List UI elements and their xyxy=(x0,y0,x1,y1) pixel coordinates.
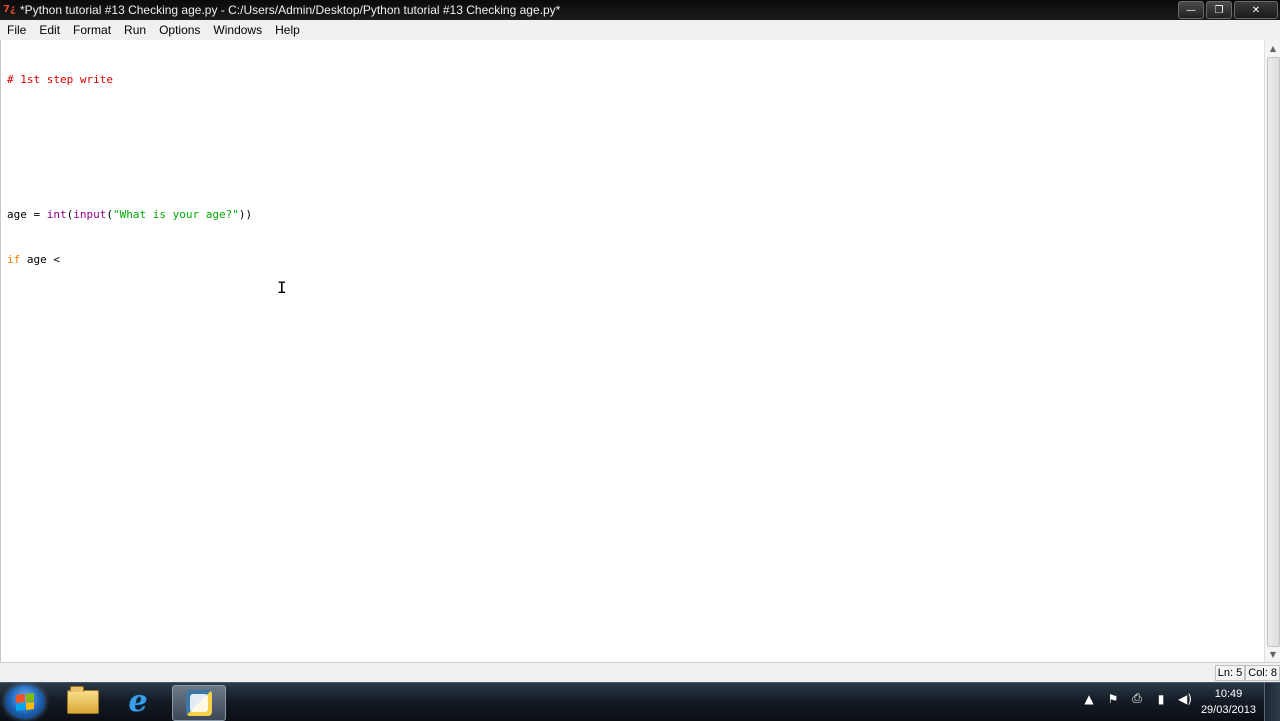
show-hidden-icons-icon[interactable]: ▲ xyxy=(1082,692,1096,706)
window-controls: — ❐ ✕ xyxy=(1178,1,1278,19)
menu-run[interactable]: Run xyxy=(117,20,152,40)
clock-time: 10:49 xyxy=(1214,688,1243,700)
menu-windows[interactable]: Windows xyxy=(206,20,268,40)
builtin-input-token: input xyxy=(73,208,107,221)
taskbar-explorer[interactable] xyxy=(57,685,109,719)
windows-logo-icon xyxy=(16,693,34,711)
action-center-flag-icon[interactable]: ⚑ xyxy=(1106,692,1120,706)
clock-date: 29/03/2013 xyxy=(1200,704,1256,716)
network-signal-icon[interactable]: ▮ xyxy=(1154,692,1168,706)
close-button[interactable]: ✕ xyxy=(1234,1,1278,19)
vertical-scrollbar[interactable]: ▲ ▼ xyxy=(1264,40,1280,662)
clock[interactable]: 10:49 29/03/2013 xyxy=(1201,686,1256,718)
menu-options[interactable]: Options xyxy=(152,20,206,40)
system-tray: ▲ ⚑ ⎙ ▮ ◀) xyxy=(1082,691,1192,706)
menu-file[interactable]: File xyxy=(0,20,32,40)
taskbar-python-idle[interactable] xyxy=(172,685,226,721)
scroll-down-arrow-icon[interactable]: ▼ xyxy=(1265,646,1280,662)
code-line-1: # 1st step write xyxy=(7,72,252,87)
taskbar-internet-explorer[interactable]: e xyxy=(112,685,164,719)
window-title-bar[interactable]: 7¿ *Python tutorial #13 Checking age.py … xyxy=(0,0,1280,20)
status-line: Ln: 5 xyxy=(1214,665,1246,681)
scroll-thumb[interactable] xyxy=(1267,57,1280,647)
menu-format[interactable]: Format xyxy=(66,20,117,40)
var-token: age = xyxy=(7,208,47,221)
keyword-if-token: if xyxy=(7,253,21,266)
printer-icon[interactable]: ⎙ xyxy=(1130,691,1144,706)
menu-bar: File Edit Format Run Options Windows Hel… xyxy=(0,20,1280,41)
paren-token: ( xyxy=(106,208,113,221)
start-button[interactable] xyxy=(5,685,45,719)
taskbar: e ▲ ⚑ ⎙ ▮ ◀) 10:49 29/03/2013 xyxy=(0,682,1280,721)
builtin-int-token: int xyxy=(46,208,67,221)
show-desktop-button[interactable] xyxy=(1264,683,1280,721)
code-line-5: if age < xyxy=(7,252,252,267)
code-token: age < xyxy=(20,253,60,266)
volume-icon[interactable]: ◀) xyxy=(1178,692,1192,706)
scroll-up-arrow-icon[interactable]: ▲ xyxy=(1265,40,1280,56)
menu-help[interactable]: Help xyxy=(268,20,306,40)
status-bar: Ln: 5 Col: 8 xyxy=(0,662,1280,683)
menu-edit[interactable]: Edit xyxy=(32,20,66,40)
string-token: "What is your age?" xyxy=(113,208,239,221)
code-text[interactable]: # 1st step write age = int(input("What i… xyxy=(7,42,252,297)
status-col: Col: 8 xyxy=(1245,665,1280,681)
comment-token: # 1st step write xyxy=(7,73,113,86)
python-icon xyxy=(186,690,212,716)
ibeam-cursor-icon: I xyxy=(277,278,287,297)
paren-token: )) xyxy=(238,208,253,221)
window-title: *Python tutorial #13 Checking age.py - C… xyxy=(20,3,561,17)
idle-icon: 7¿ xyxy=(3,4,16,15)
internet-explorer-icon: e xyxy=(128,684,148,719)
minimize-button[interactable]: — xyxy=(1178,1,1204,19)
folder-icon xyxy=(67,686,99,714)
cursor-position: Ln: 5 Col: 8 xyxy=(1214,665,1280,681)
code-line-4: age = int(input("What is your age?")) xyxy=(7,207,252,222)
code-editor[interactable]: # 1st step write age = int(input("What i… xyxy=(0,40,1265,662)
maximize-button[interactable]: ❐ xyxy=(1206,1,1232,19)
